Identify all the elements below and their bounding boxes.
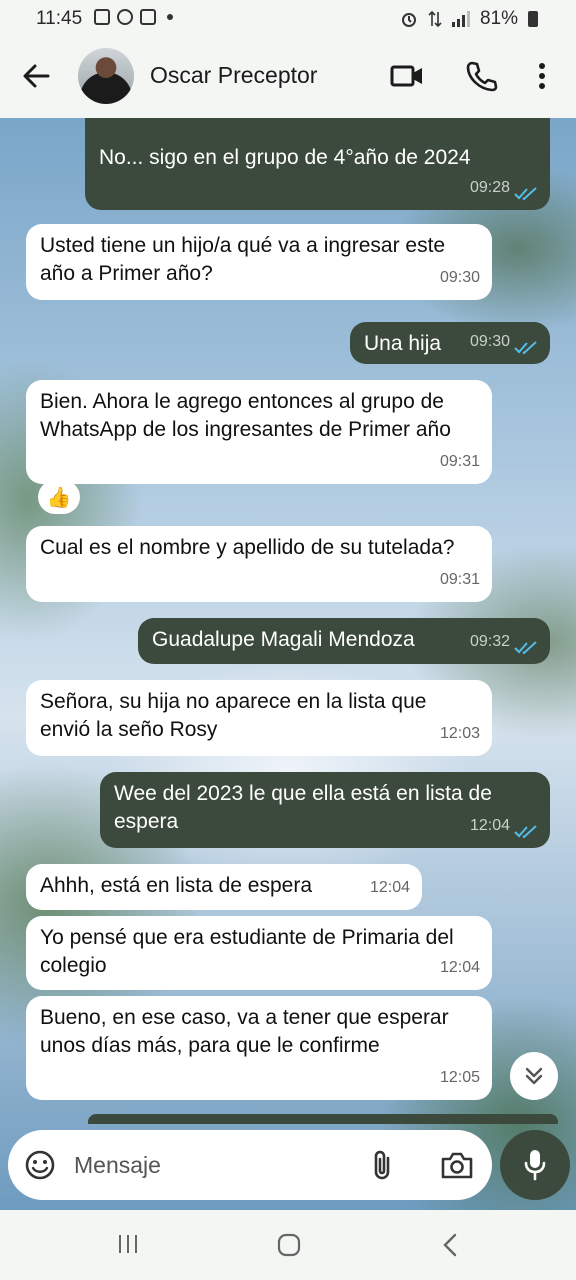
message-bubble-incoming[interactable]: Bueno, en ese caso, va a tener que esper… [26, 996, 492, 1100]
message-time: 09:30 [469, 333, 510, 350]
message-time: 09:31 [439, 571, 480, 588]
back-arrow-icon[interactable] [20, 60, 52, 92]
home-icon[interactable] [276, 1232, 302, 1258]
message-time: 12:05 [439, 1069, 480, 1086]
notification-icons [94, 9, 173, 25]
more-notifications-icon [167, 14, 173, 20]
gallery-notification-icon [94, 9, 110, 25]
message-bubble-incoming[interactable]: Bien. Ahora le agrego entonces al grupo … [26, 380, 492, 484]
recent-apps-icon[interactable] [116, 1232, 140, 1256]
message-time: 09:32 [469, 633, 510, 650]
message-time: 12:03 [439, 725, 480, 742]
message-bubble-outgoing[interactable]: Wee del 2023 le que ella está en lista d… [100, 772, 550, 848]
status-time: 11:45 [36, 8, 83, 29]
message-text: No... sigo en el grupo de 4°año de 2024 [99, 146, 471, 169]
reaction-emoji: 👍 [46, 486, 72, 509]
read-ticks-icon [514, 641, 537, 655]
voice-call-icon[interactable] [464, 60, 498, 92]
more-options-icon[interactable] [530, 60, 554, 92]
message-text: Bien. Ahora le agrego entonces al grupo … [40, 390, 451, 441]
message-text: Wee del 2023 le que ella está en lista d… [114, 782, 492, 833]
attach-icon[interactable] [368, 1148, 396, 1182]
message-text: Guadalupe Magali Mendoza [152, 628, 415, 651]
battery-icon [528, 11, 538, 27]
message-time: 12:04 [369, 879, 410, 896]
message-input[interactable]: Mensaje [74, 1152, 161, 1179]
video-call-icon[interactable] [390, 60, 424, 92]
message-bubble-incoming[interactable]: Cual es el nombre y apellido de su tutel… [26, 526, 492, 602]
camera-icon[interactable] [440, 1150, 474, 1180]
message-time: 12:04 [439, 959, 480, 976]
app-notification-icon [117, 9, 133, 25]
alarm-icon [401, 13, 416, 27]
next-message-partial [88, 1114, 558, 1124]
message-time: 09:28 [469, 179, 510, 196]
microphone-icon [524, 1150, 546, 1181]
message-bubble-incoming[interactable]: Usted tiene un hijo/a qué va a ingresar … [26, 224, 492, 300]
message-input-bar[interactable]: Mensaje [8, 1130, 492, 1200]
message-text: Bueno, en ese caso, va a tener que esper… [40, 1006, 449, 1057]
message-text: Ahhh, está en lista de espera [40, 874, 313, 897]
contact-avatar[interactable] [78, 48, 134, 104]
message-time: 09:30 [439, 269, 480, 286]
battery-percent: 81% [479, 8, 518, 29]
signal-icon [451, 11, 470, 27]
emoji-icon[interactable] [24, 1149, 56, 1181]
message-text: Usted tiene un hijo/a qué va a ingresar … [40, 234, 446, 285]
message-time: 12:04 [469, 817, 510, 834]
message-text: Cual es el nombre y apellido de su tutel… [40, 536, 455, 559]
thumbs-up-reaction[interactable]: 👍 [38, 480, 80, 514]
contact-name[interactable]: Oscar Preceptor [150, 62, 317, 89]
chat-header: Oscar Preceptor [0, 36, 576, 118]
read-ticks-icon [514, 341, 537, 355]
message-bubble-outgoing[interactable]: Guadalupe Magali Mendoza 09:32 [138, 618, 550, 664]
message-bubble-incoming[interactable]: Yo pensé que era estudiante de Primaria … [26, 916, 492, 990]
message-bubble-outgoing[interactable]: Una hija 09:30 [350, 322, 550, 364]
chat-area[interactable]: No... sigo en el grupo de 4°año de 2024 … [0, 118, 576, 1210]
read-ticks-icon [514, 825, 537, 839]
message-time: 09:31 [439, 453, 480, 470]
system-navigation-bar [0, 1210, 576, 1280]
scroll-to-bottom-button[interactable] [510, 1052, 558, 1100]
message-text: Yo pensé que era estudiante de Primaria … [40, 926, 454, 977]
message-bubble-incoming[interactable]: Ahhh, está en lista de espera 12:04 [26, 864, 422, 910]
data-icon [428, 10, 442, 28]
status-bar: 11:45 81% [0, 0, 576, 36]
double-chevron-down-icon [525, 1067, 543, 1085]
nav-back-icon[interactable] [440, 1232, 460, 1258]
message-bubble-outgoing[interactable]: No... sigo en el grupo de 4°año de 2024 … [85, 118, 550, 210]
message-text: Señora, su hija no aparece en la lista q… [40, 690, 427, 741]
voice-message-button[interactable] [500, 1130, 570, 1200]
message-text: Una hija [364, 332, 442, 355]
message-bubble-incoming[interactable]: Señora, su hija no aparece en la lista q… [26, 680, 492, 756]
status-right: 81% [400, 8, 538, 30]
read-ticks-icon [514, 187, 537, 201]
media-notification-icon [140, 9, 156, 25]
